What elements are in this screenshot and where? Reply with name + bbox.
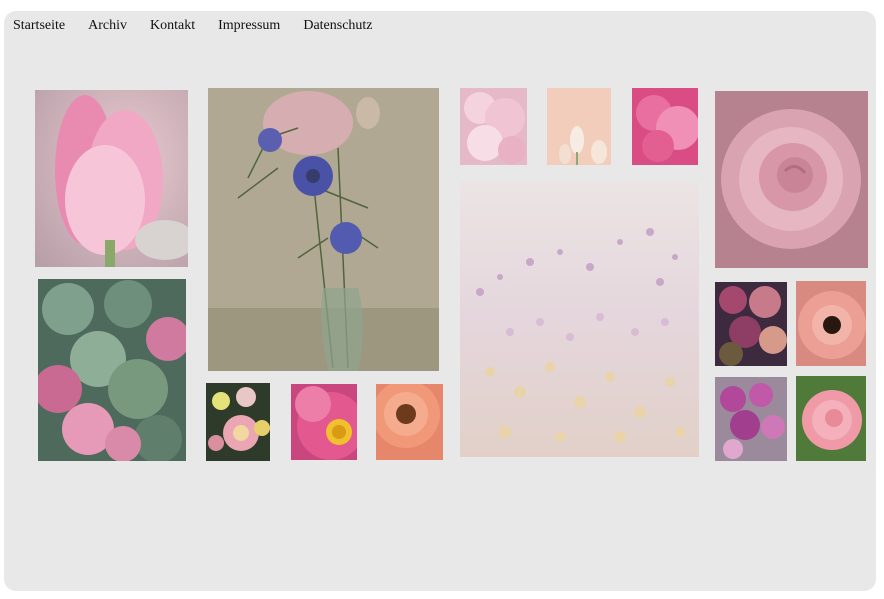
main-nav: Startseite Archiv Kontakt Impressum Date…: [13, 18, 396, 34]
rose-photo[interactable]: [715, 91, 868, 268]
hydrangea-dark-photo[interactable]: [715, 282, 787, 366]
cosmos-photo[interactable]: [291, 384, 357, 460]
nav-startseite[interactable]: Startseite: [13, 18, 65, 34]
tulip-bud-photo[interactable]: [547, 88, 611, 165]
nav-impressum[interactable]: Impressum: [218, 18, 280, 34]
carnation-light-photo[interactable]: [460, 88, 527, 165]
gerbera-pink-photo[interactable]: [796, 281, 866, 366]
gerbera-orange-photo[interactable]: [376, 384, 443, 460]
orchid-photo[interactable]: [715, 377, 787, 461]
nav-kontakt[interactable]: Kontakt: [150, 18, 195, 34]
bellis-photo[interactable]: [206, 383, 270, 461]
tulip-photo[interactable]: [35, 90, 188, 267]
nigella-vase-photo[interactable]: [208, 88, 439, 371]
carnation-pink-photo[interactable]: [632, 88, 698, 165]
gypsophila-photo[interactable]: [460, 182, 699, 457]
camellia-photo[interactable]: [796, 376, 866, 461]
hydrangea-photo[interactable]: [38, 279, 186, 461]
nav-archiv[interactable]: Archiv: [88, 18, 127, 34]
nav-datenschutz[interactable]: Datenschutz: [303, 18, 372, 34]
page-window: Startseite Archiv Kontakt Impressum Date…: [4, 11, 876, 591]
